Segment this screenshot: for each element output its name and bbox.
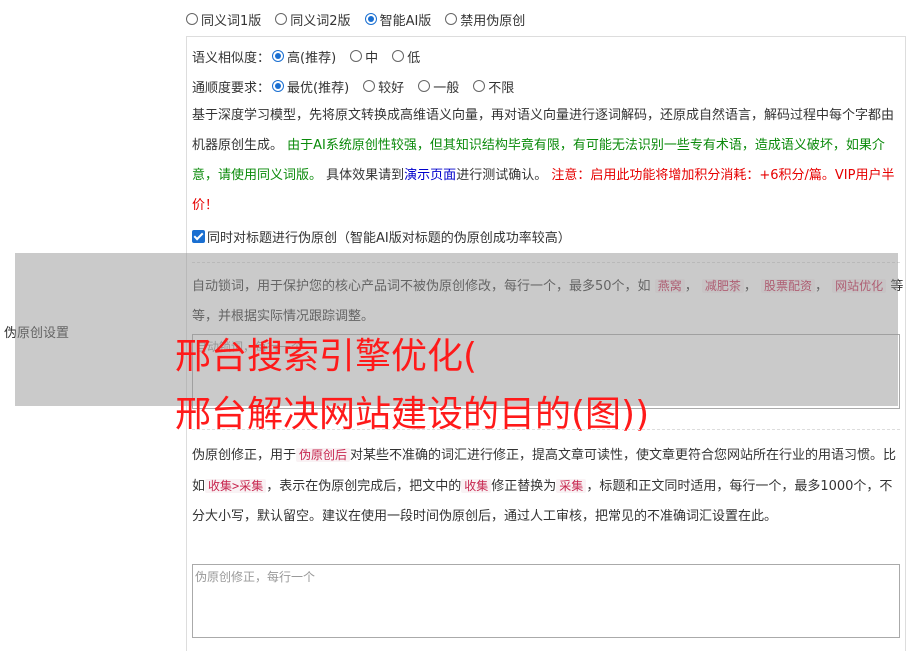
similarity-option-low[interactable]: 低 <box>392 47 420 66</box>
ai-description: 基于深度学习模型，先将原文转换成高维语义向量，再对语义向量进行逐词解码，还原成自… <box>192 108 895 213</box>
title-checkbox-row[interactable]: 同时对标题进行伪原创（智能AI版对标题的伪原创成功率较高） <box>192 227 571 246</box>
mode-radio-group: 同义词1版 同义词2版 智能AI版 禁用伪原创 <box>186 10 525 29</box>
similarity-label: 语义相似度： <box>192 50 271 66</box>
mode-option-synonym1[interactable]: 同义词1版 <box>186 10 261 29</box>
mode-option-ai[interactable]: 智能AI版 <box>364 10 431 29</box>
fluency-option-good[interactable]: 较好 <box>363 77 404 96</box>
similarity-row: 语义相似度： 高(推荐) 中 低 <box>192 47 420 66</box>
watermark-overlay <box>15 253 898 406</box>
demo-page-link[interactable]: 演示页面 <box>404 168 456 183</box>
fluency-option-any[interactable]: 不限 <box>473 77 514 96</box>
correction-description: 伪原创修正，用于 伪原创后 对某些不准确的词汇进行修正，提高文章可读性，使文章更符合… <box>192 448 897 524</box>
similarity-option-mid[interactable]: 中 <box>350 47 378 66</box>
fluency-option-normal[interactable]: 一般 <box>418 77 459 96</box>
fluency-label: 通顺度要求： <box>192 80 271 96</box>
section-divider <box>192 429 900 430</box>
example-chip: 采集 <box>556 479 587 493</box>
title-checkbox[interactable] <box>192 229 205 243</box>
watermark-line-2: 邢台解决网站建设的目的(图)) <box>175 394 650 435</box>
example-chip: 收集>采集 <box>205 479 267 493</box>
mode-option-disable[interactable]: 禁用伪原创 <box>445 10 525 29</box>
mode-option-synonym2[interactable]: 同义词2版 <box>275 10 351 29</box>
example-chip: 伪原创后 <box>296 448 351 462</box>
title-checkbox-label: 同时对标题进行伪原创（智能AI版对标题的伪原创成功率较高） <box>207 230 571 246</box>
similarity-option-high[interactable]: 高(推荐) <box>272 47 336 66</box>
watermark-line-1: 邢台搜索引擎优化( <box>175 336 478 377</box>
fluency-row: 通顺度要求： 最优(推荐) 较好 一般 不限 <box>192 77 514 96</box>
fluency-option-best[interactable]: 最优(推荐) <box>272 77 349 96</box>
example-chip: 收集 <box>461 479 492 493</box>
correction-textarea[interactable] <box>192 564 900 638</box>
